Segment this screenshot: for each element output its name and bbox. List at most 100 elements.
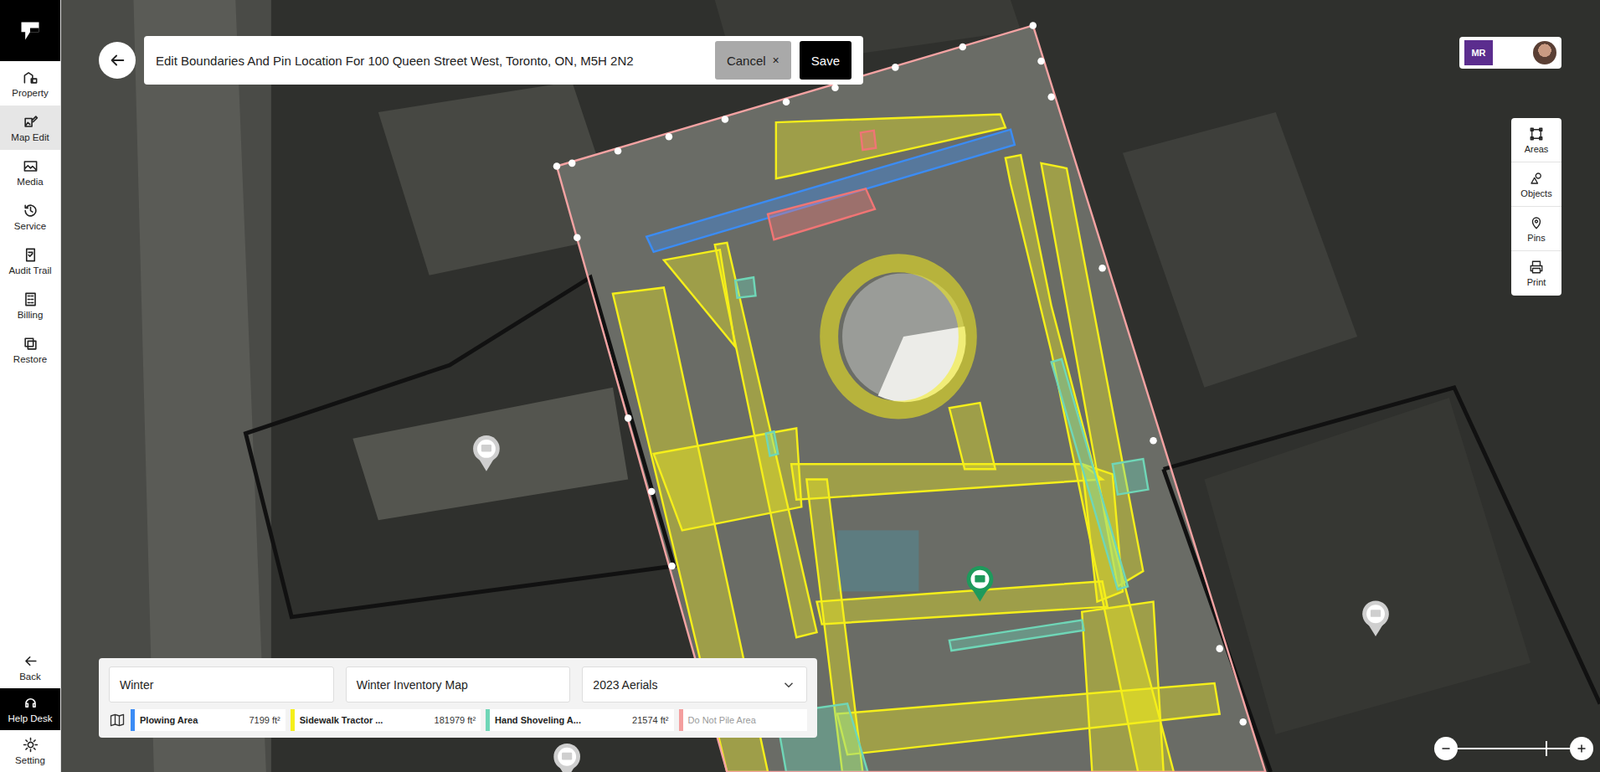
tool-button[interactable]: Pins <box>1511 206 1562 252</box>
service-area[interactable] <box>949 620 1085 652</box>
sidebar-item-icon <box>22 291 39 308</box>
service-area[interactable] <box>1081 601 1163 772</box>
map-canvas[interactable]: Edit Boundaries And Pin Location For 100… <box>61 0 1600 772</box>
service-area[interactable] <box>653 428 803 531</box>
boundary-vertex[interactable] <box>891 63 900 72</box>
brand-logo-icon <box>18 19 42 43</box>
cancel-button[interactable]: Cancel× <box>715 41 792 80</box>
legend-item[interactable]: Sidewalk Tractor ... 181979 ft² <box>290 709 481 731</box>
sidebar-item[interactable]: Media <box>0 149 61 195</box>
save-button[interactable]: Save <box>799 41 852 80</box>
legend-color <box>290 709 295 731</box>
service-area[interactable] <box>766 431 779 456</box>
sidebar-item[interactable]: Billing <box>0 282 61 328</box>
sidebar-item-icon <box>22 113 39 130</box>
tool-button[interactable]: Objects <box>1511 162 1562 207</box>
service-area[interactable] <box>791 463 1102 500</box>
service-area-ring[interactable] <box>828 262 968 410</box>
service-area[interactable] <box>817 581 1108 624</box>
sidebar-item-label: Map Edit <box>10 132 49 143</box>
zoom-thumb[interactable] <box>1545 740 1548 757</box>
sidebar-item-icon <box>22 158 39 175</box>
service-area[interactable] <box>663 249 736 347</box>
sidebar-item[interactable]: Property <box>0 61 61 106</box>
tool-panel: Areas Objects PinsPrint <box>1511 118 1562 296</box>
imagery-select[interactable]: 2023 Aerials <box>581 666 808 703</box>
chevron-down-icon <box>781 677 797 693</box>
account-card[interactable]: MR <box>1459 36 1562 69</box>
map-settings-panel: Winter Winter Inventory Map2023 Aerials Pl… <box>98 658 818 738</box>
sidebar: Property Map Edit MediaService Audit Trail B… <box>0 0 62 772</box>
sidebar-item[interactable]: Service <box>0 194 61 239</box>
boundary-vertex[interactable] <box>831 83 839 92</box>
legend: Plowing Area 7199 ft² Sidewalk Tractor ...… <box>108 709 808 731</box>
sidebar-bottom-item[interactable]: Help Desk <box>0 688 61 731</box>
sidebar-item[interactable]: Map Edit <box>0 105 61 150</box>
map-name-field[interactable]: Winter Inventory Map <box>345 666 572 703</box>
legend-name: Sidewalk Tractor ... <box>299 715 430 726</box>
boundary-vertex[interactable] <box>573 234 582 242</box>
legend-area: 7199 ft² <box>248 715 280 726</box>
service-area[interactable] <box>860 130 876 150</box>
legend-area: 181979 ft² <box>434 715 477 726</box>
boundary-vertex[interactable] <box>1098 264 1107 273</box>
boundary-vertex[interactable] <box>1239 718 1247 726</box>
map-pin-icon[interactable] <box>967 565 994 602</box>
boundary-vertex[interactable] <box>614 147 623 155</box>
boundary-vertex[interactable] <box>568 159 577 168</box>
service-area[interactable] <box>949 402 996 469</box>
map-pin-icon[interactable] <box>1362 600 1390 637</box>
sidebar-bottom-icon <box>22 694 39 711</box>
boundary-vertex[interactable] <box>721 115 730 124</box>
boundary-vertex[interactable] <box>668 562 676 571</box>
boundary-vertex[interactable] <box>624 414 633 422</box>
zoom-in-button[interactable] <box>1569 736 1594 761</box>
service-area[interactable] <box>735 277 756 298</box>
top-bar: Edit Boundaries And Pin Location For 100… <box>98 36 864 85</box>
season-field[interactable]: Winter <box>108 666 335 703</box>
sidebar-bottom-item[interactable]: Setting <box>0 730 61 772</box>
legend-item[interactable]: Plowing Area 7199 ft² <box>130 709 286 731</box>
logo[interactable] <box>0 0 61 62</box>
service-area[interactable] <box>767 188 875 240</box>
boundary-vertex[interactable] <box>1215 644 1224 653</box>
sidebar-bottom-label: Back <box>19 671 42 682</box>
tool-icon <box>1528 259 1544 275</box>
sidebar-item[interactable]: Audit Trail <box>0 238 61 283</box>
boundary-vertex[interactable] <box>782 98 791 107</box>
legend-item[interactable]: Hand Shoveling A...21574 ft² <box>485 709 674 731</box>
sidebar-item-label: Audit Trail <box>8 265 52 276</box>
tool-button[interactable]: Areas <box>1511 118 1562 163</box>
zoom-slider[interactable] <box>1457 747 1570 750</box>
boundary-vertex[interactable] <box>958 43 967 52</box>
service-area[interactable] <box>646 129 1015 253</box>
sidebar-item[interactable]: Restore <box>0 327 61 372</box>
boundary-vertex[interactable] <box>648 488 656 496</box>
app: Property Map Edit MediaService Audit Trail B… <box>0 0 1600 772</box>
org-badge: MR <box>1464 40 1493 66</box>
boundary-vertex[interactable] <box>665 133 674 141</box>
tool-label: Objects <box>1520 188 1552 199</box>
sidebar-item-icon <box>22 202 39 219</box>
zoom-out-button[interactable] <box>1434 736 1458 761</box>
map-icon[interactable] <box>108 711 126 729</box>
map-pin-icon[interactable] <box>553 743 581 772</box>
sidebar-bottom-item[interactable]: Back <box>0 646 61 689</box>
plus-icon <box>1574 740 1590 757</box>
tool-button[interactable]: Print <box>1511 251 1562 296</box>
service-area[interactable] <box>1112 458 1149 495</box>
map-pin-icon[interactable] <box>473 435 500 472</box>
avatar[interactable] <box>1533 41 1557 65</box>
back-button[interactable] <box>98 41 136 79</box>
legend-item[interactable]: Do Not Pile Area <box>679 709 808 731</box>
map-layer <box>61 0 1600 772</box>
boundary-vertex[interactable] <box>1149 437 1158 445</box>
tool-label: Areas <box>1524 144 1549 155</box>
boundary-vertex[interactable] <box>1029 21 1038 30</box>
boundary-vertex[interactable] <box>1037 57 1045 66</box>
close-icon: × <box>772 53 780 67</box>
legend-name: Plowing Area <box>139 715 244 726</box>
zoom-control <box>1434 736 1594 761</box>
boundary-vertex[interactable] <box>1047 92 1055 101</box>
boundary-vertex[interactable] <box>553 162 561 170</box>
